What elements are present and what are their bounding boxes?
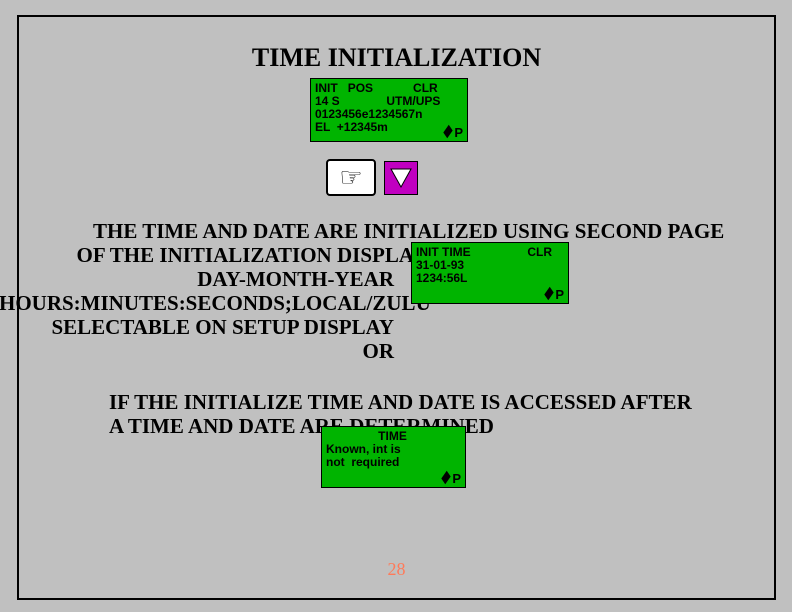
slide-frame: TIME INITIALIZATION INIT POS CLR 14 S UT… [17,15,776,600]
p1-l3: DAY-MONTH-YEAR [19,267,774,291]
page-indicator: P [555,288,564,301]
p1-l4: HOURS:MINUTES:SECONDS;LOCAL/ZULU [0,291,774,315]
p2-l1: IF THE INITIALIZE TIME AND DATE IS ACCES… [19,390,774,414]
para-1: THE TIME AND DATE ARE INITIALIZED USING … [19,219,774,363]
p1-l6: OR [19,339,774,363]
d3-row3: not required [326,456,459,469]
slide-title: TIME INITIALIZATION [19,43,774,73]
display-time-known: TIME Known, int is not required P [321,426,466,488]
p1-l1: THE TIME AND DATE ARE INITIALIZED USING … [19,219,774,243]
p1-l2: OF THE INITIALIZATION DISPLA [19,243,774,267]
page-number: 28 [19,559,774,580]
display-init-pos: INIT POS CLR 14 S UTM/UPS 0123456e123456… [310,78,468,142]
down-arrow-button[interactable] [384,161,418,195]
d2-row3: 1234:56L [416,272,562,285]
page-indicator: P [452,472,461,485]
diamond-icon [441,471,450,484]
d1-row4: EL +12345m [315,121,461,134]
p1-l5: SELECTABLE ON SETUP DISPLAY [19,315,774,339]
display-init-time: INIT TIME CLR 31-01-93 1234:56L P [411,242,569,304]
diamond-icon [544,287,553,300]
pointing-hand-icon: ☞ [326,159,376,196]
hand-row: ☞ [326,159,418,196]
page-indicator: P [454,126,463,139]
